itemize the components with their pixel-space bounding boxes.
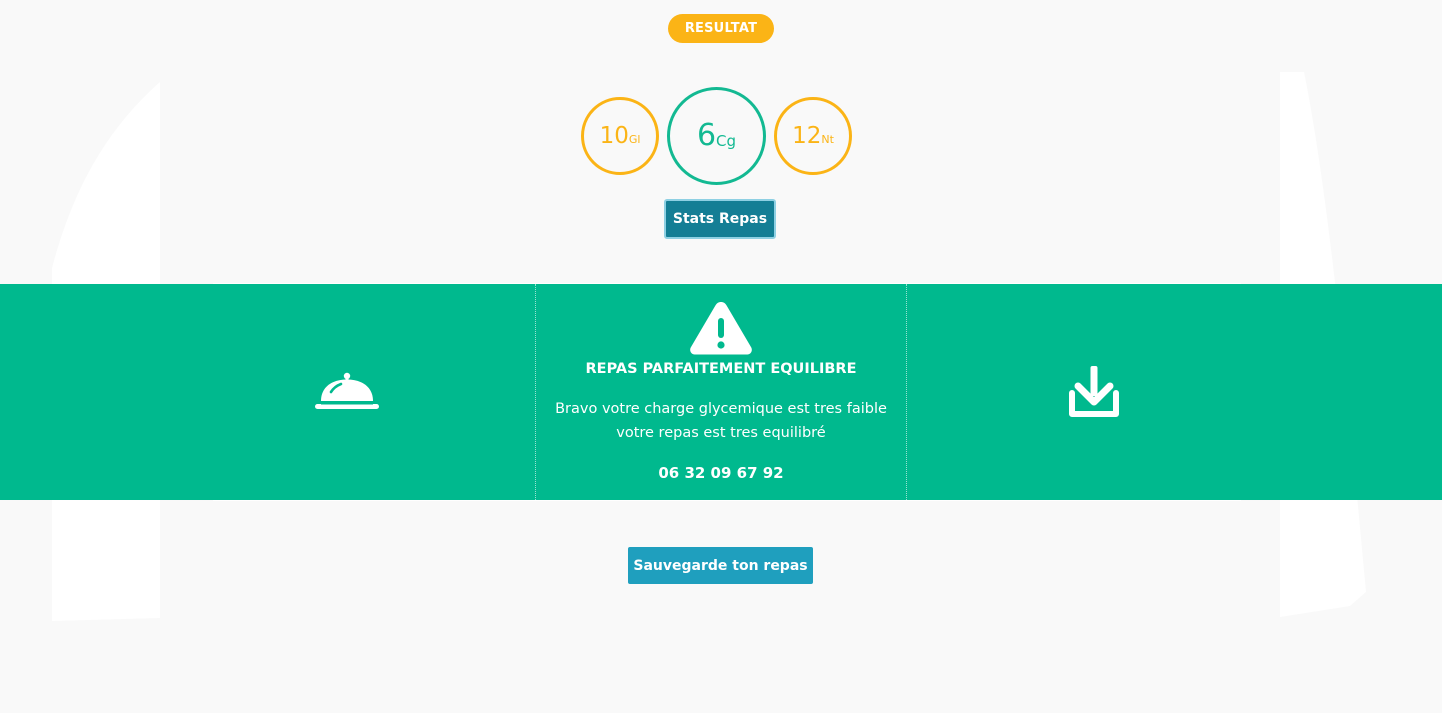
result-badge: RESULTAT bbox=[668, 14, 774, 43]
page: RESULTAT 10 Gl 6 Cg 12 Nt Stats Repas RE… bbox=[0, 0, 1442, 713]
panel-right-column bbox=[907, 284, 1442, 500]
meal-message-line-2: votre repas est tres equilibré bbox=[616, 425, 826, 441]
phone-number: 06 32 09 67 92 bbox=[658, 464, 784, 482]
panel-middle-column: REPAS PARFAITEMENT EQUILIBRE Bravo votre… bbox=[535, 284, 907, 500]
meal-balance-title: REPAS PARFAITEMENT EQUILIBRE bbox=[585, 361, 857, 377]
panel-left-column bbox=[0, 284, 535, 500]
save-meal-button[interactable]: Sauvegarde ton repas bbox=[628, 547, 813, 584]
meal-message-line-1: Bravo votre charge glycemique est tres f… bbox=[555, 401, 887, 417]
download-icon[interactable] bbox=[1069, 366, 1119, 418]
stats-repas-button[interactable]: Stats Repas bbox=[664, 199, 776, 239]
nutrition-score: 12 Nt bbox=[774, 97, 852, 175]
glycemic-index-value: 10 bbox=[599, 122, 629, 149]
dish-cloche-icon[interactable] bbox=[314, 371, 380, 413]
glycemic-index-score: 10 Gl bbox=[581, 97, 659, 175]
glycemic-load-value: 6 bbox=[696, 118, 717, 153]
glycemic-load-score: 6 Cg bbox=[667, 87, 766, 185]
glycemic-load-unit: Cg bbox=[716, 131, 737, 150]
result-panel: REPAS PARFAITEMENT EQUILIBRE Bravo votre… bbox=[0, 284, 1442, 500]
glycemic-index-unit: Gl bbox=[628, 132, 641, 146]
warning-triangle-icon bbox=[690, 302, 752, 355]
nutrition-value: 12 bbox=[792, 122, 822, 149]
nutrition-unit: Nt bbox=[821, 132, 834, 146]
